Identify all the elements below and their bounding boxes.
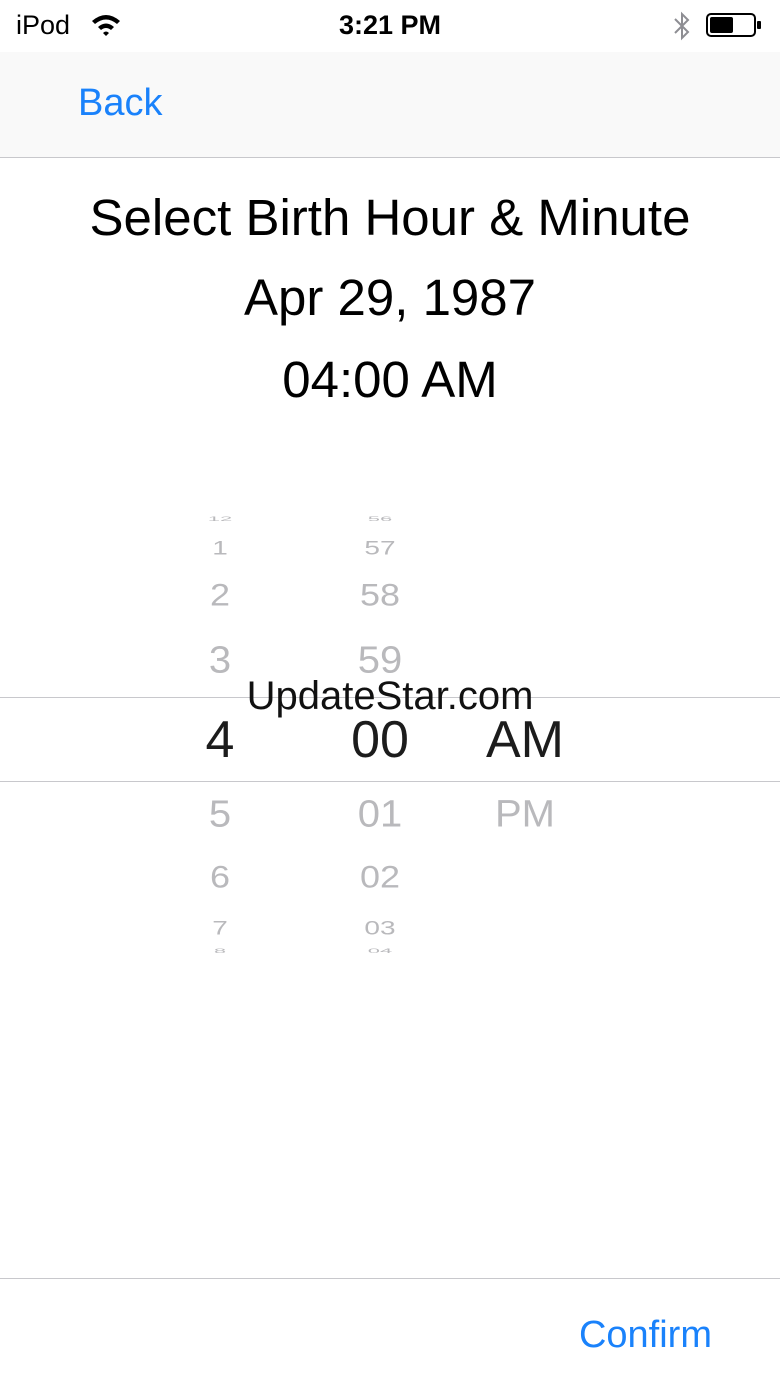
hour-option-12[interactable]: 12 <box>180 515 260 523</box>
minute-option-56[interactable]: 56 <box>330 515 430 523</box>
hour-option-8[interactable]: 8 <box>180 947 260 955</box>
status-bar: iPod 3:21 PM <box>0 0 780 52</box>
page-title: Select Birth Hour & Minute <box>89 189 691 246</box>
selected-time: 04:00 AM <box>282 351 498 408</box>
period-option-pm[interactable]: PM <box>470 793 580 836</box>
status-time: 3:21 PM <box>338 10 442 40</box>
minute-option-02[interactable]: 02 <box>330 859 430 896</box>
minute-option-03[interactable]: 03 <box>330 917 430 939</box>
hour-option-7[interactable]: 7 <box>180 917 260 939</box>
minute-option-00[interactable]: 00 <box>330 710 430 770</box>
bottom-toolbar: Confirm <box>0 1278 780 1387</box>
selected-date: Apr 29, 1987 <box>243 269 537 326</box>
minute-option-04[interactable]: 04 <box>330 947 430 955</box>
hour-option-6[interactable]: 6 <box>180 859 260 896</box>
hour-wheel[interactable]: 12 1 2 3 4 5 6 7 8 <box>180 515 260 955</box>
ampm-wheel[interactable]: AM PM <box>470 520 580 954</box>
confirm-button[interactable]: Confirm <box>579 1314 712 1357</box>
battery-icon <box>706 13 761 37</box>
bluetooth-icon <box>674 11 690 41</box>
period-option-am[interactable]: AM <box>470 710 580 770</box>
navigation-bar: Back <box>0 52 780 158</box>
minute-option-59[interactable]: 59 <box>330 639 430 682</box>
minute-option-01[interactable]: 01 <box>330 793 430 836</box>
hour-option-5[interactable]: 5 <box>180 793 260 836</box>
minute-option-58[interactable]: 58 <box>330 577 430 614</box>
hour-option-1[interactable]: 1 <box>180 537 260 559</box>
back-button[interactable]: Back <box>78 82 162 125</box>
time-picker: 12 1 2 3 4 5 6 7 8 56 57 58 59 00 01 02 03 04 AM PM <box>0 515 780 955</box>
hour-option-4[interactable]: 4 <box>180 710 260 770</box>
minute-option-57[interactable]: 57 <box>330 537 430 559</box>
minute-wheel[interactable]: 56 57 58 59 00 01 02 03 04 <box>330 515 430 955</box>
hour-option-3[interactable]: 3 <box>180 639 260 682</box>
hour-option-2[interactable]: 2 <box>180 577 260 614</box>
